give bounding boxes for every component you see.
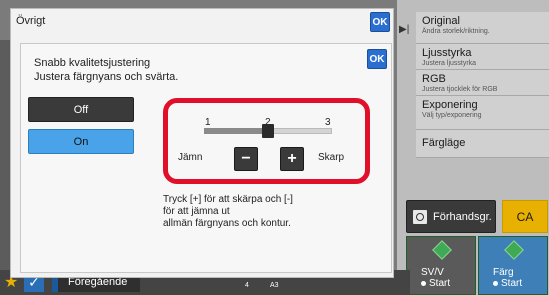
tick-label-3: 3 bbox=[325, 117, 331, 128]
help-line-2: för att jämna ut bbox=[163, 206, 230, 217]
outer-ok-button[interactable]: OK bbox=[370, 12, 390, 32]
start-color-line2: Start bbox=[501, 278, 523, 289]
plus-button[interactable]: + bbox=[280, 147, 304, 171]
start-bw-line1: SV/V bbox=[421, 267, 444, 278]
menu-item-original[interactable]: Original Ändra storlek/riktning. bbox=[416, 12, 549, 44]
menu-item-title: Ljusstyrka bbox=[422, 47, 472, 59]
start-diamond-icon bbox=[432, 240, 452, 260]
menu-item-exponering[interactable]: Exponering Välj typ/exponering bbox=[416, 96, 549, 130]
help-text: Tryck [+] för att skärpa och [-] för att… bbox=[163, 194, 363, 230]
start-color-line1: Färg bbox=[493, 267, 514, 278]
start-diamond-icon bbox=[504, 240, 524, 260]
sharp-label: Skarp bbox=[318, 152, 345, 163]
start-color-button[interactable]: Färg Start bbox=[478, 236, 548, 295]
outer-dialog-title: Övrigt bbox=[16, 15, 46, 27]
preview-icon bbox=[413, 209, 427, 224]
dot-icon bbox=[493, 280, 498, 286]
off-button[interactable]: Off bbox=[28, 97, 134, 122]
menu-item-sub: Justera ljusstyrka bbox=[422, 60, 477, 67]
inner-dialog-title: Snabb kvalitetsjustering Justera färgnya… bbox=[34, 56, 334, 84]
slider-fill bbox=[204, 128, 268, 134]
paper-size: A3 bbox=[270, 282, 279, 289]
menu-item-fargläge[interactable]: Färgläge bbox=[416, 130, 549, 158]
menu-item-rgb[interactable]: RGB Justera tjocklek för RGB bbox=[416, 70, 549, 96]
on-button[interactable]: On bbox=[28, 129, 134, 154]
start-bw-line2: Start bbox=[429, 278, 451, 289]
menu-item-ljusstyrka[interactable]: Ljusstyrka Justera ljusstyrka bbox=[416, 44, 549, 70]
menu-item-title: Original bbox=[422, 15, 460, 27]
slider-thumb[interactable] bbox=[262, 124, 274, 138]
inner-ok-button[interactable]: OK bbox=[367, 49, 387, 69]
menu-arrow-icon[interactable]: ▶| bbox=[399, 24, 411, 35]
preview-button[interactable]: Förhandsgr. bbox=[406, 200, 496, 233]
menu-item-title: Färgläge bbox=[422, 137, 466, 149]
help-line-3: allmän färgnyans och kontur. bbox=[163, 218, 291, 229]
inner-title-line2: Justera färgnyans och svärta. bbox=[34, 71, 179, 83]
help-line-1: Tryck [+] för att skärpa och [-] bbox=[163, 194, 293, 205]
inner-title-line1: Snabb kvalitetsjustering bbox=[34, 57, 151, 69]
menu-item-sub: Justera tjocklek för RGB bbox=[422, 86, 498, 93]
start-color-label: Färg Start bbox=[493, 267, 522, 289]
start-bw-label: SV/V Start bbox=[421, 267, 450, 289]
menu-item-title: RGB bbox=[422, 73, 446, 85]
menu-item-title: Exponering bbox=[422, 99, 478, 111]
menu-item-sub: Välj typ/exponering bbox=[422, 112, 482, 119]
menu-item-sub: Ändra storlek/riktning. bbox=[422, 28, 490, 35]
preview-label: Förhandsgr. bbox=[433, 210, 492, 223]
adjustment-highlight bbox=[163, 98, 370, 184]
minus-button[interactable]: − bbox=[234, 147, 258, 171]
smooth-label: Jämn bbox=[178, 152, 203, 163]
page-number: 4 bbox=[245, 282, 249, 289]
start-bw-button[interactable]: SV/V Start bbox=[406, 236, 476, 295]
tick-label-1: 1 bbox=[205, 117, 211, 128]
ca-button[interactable]: CA bbox=[502, 200, 548, 233]
dot-icon bbox=[421, 280, 426, 286]
